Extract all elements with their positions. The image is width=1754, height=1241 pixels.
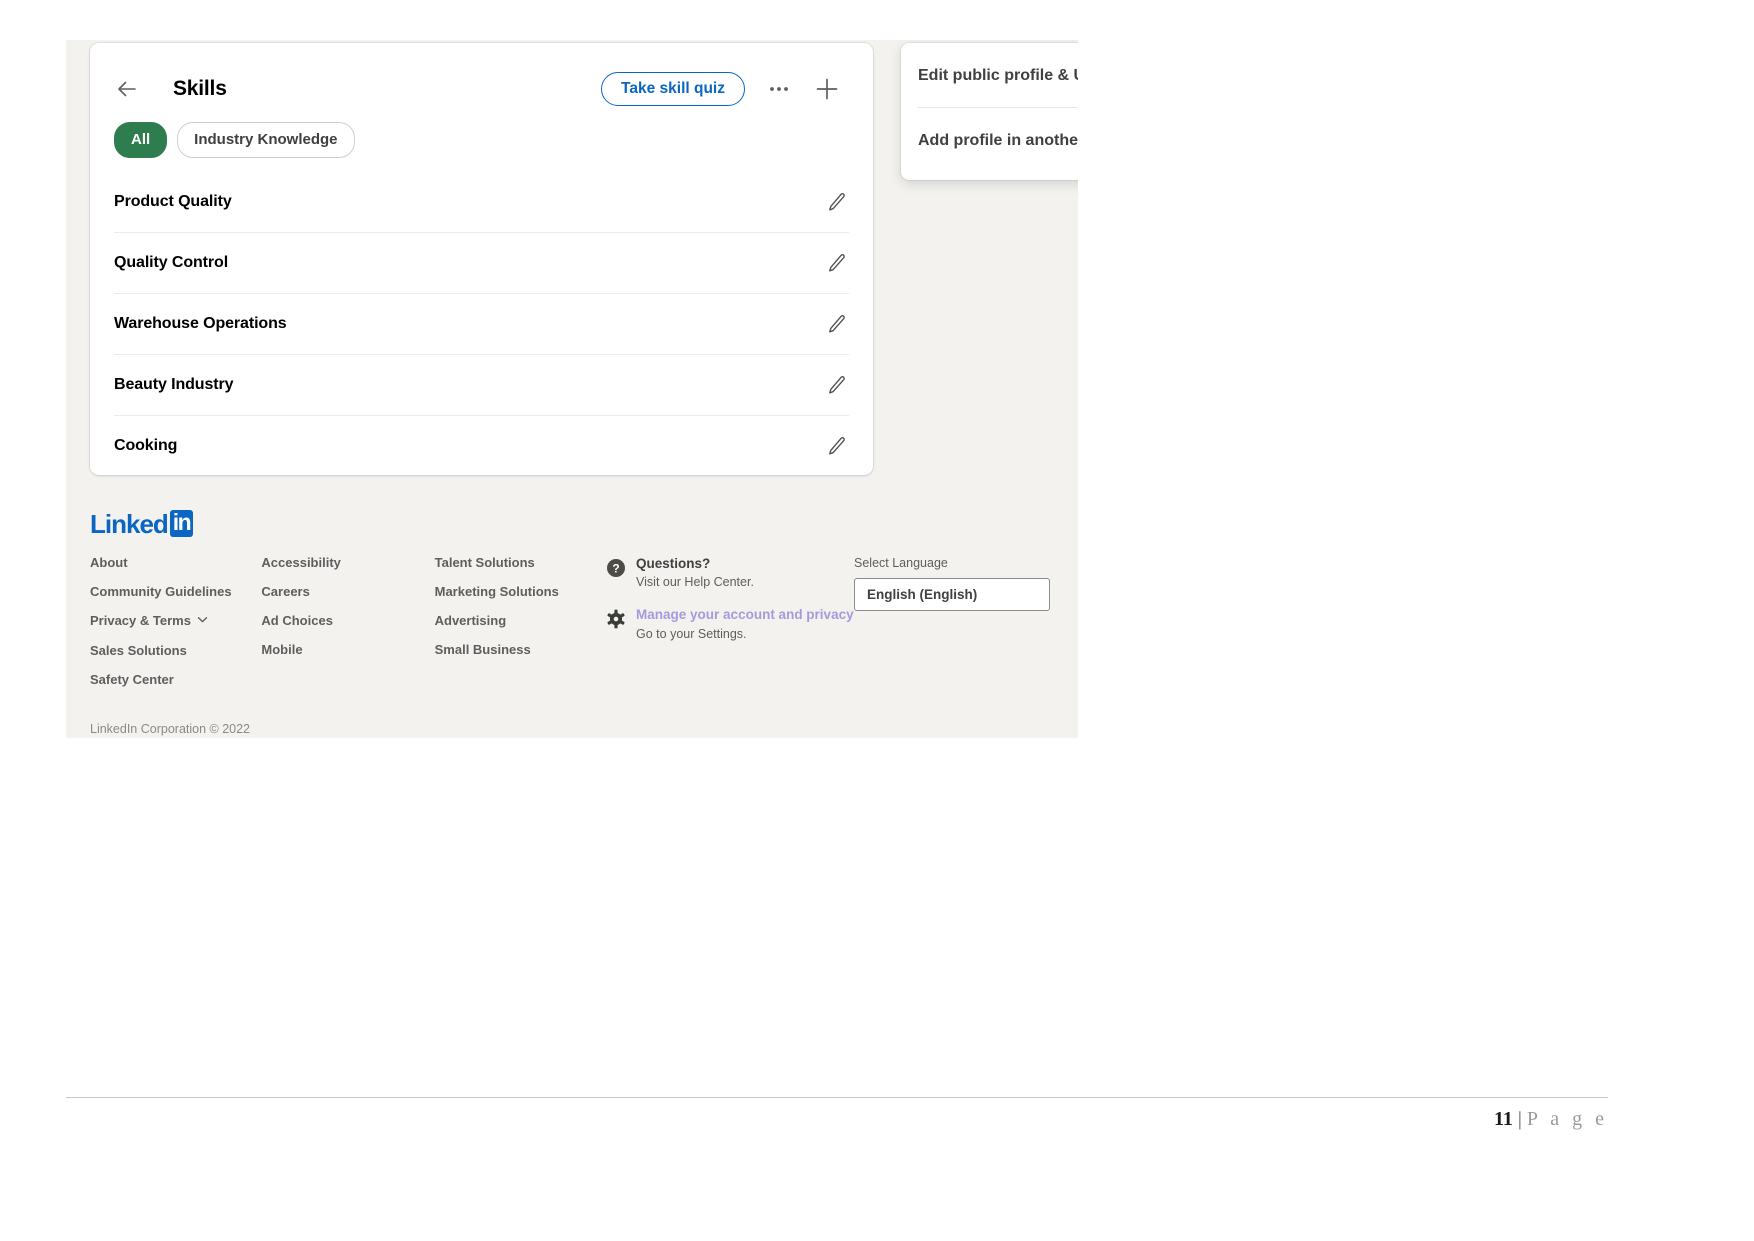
skill-row[interactable]: Beauty Industry bbox=[114, 354, 849, 415]
linkedin-logo[interactable]: Linked in bbox=[90, 508, 194, 539]
footer-copyright: LinkedIn Corporation © 2022 bbox=[90, 721, 251, 736]
footer-manage-account-link[interactable]: Manage your account and privacy bbox=[636, 607, 854, 624]
footer-link-community-guidelines[interactable]: Community Guidelines bbox=[90, 584, 261, 599]
pencil-icon[interactable] bbox=[823, 311, 849, 337]
footer-help-block: ? Questions? Visit our Help Center. Mana… bbox=[606, 555, 854, 658]
linkedin-logo-word: Linked bbox=[90, 508, 169, 539]
profile-actions-dropdown: Edit public profile & U Add profile in a… bbox=[901, 43, 1078, 180]
footer-columns: About Community Guidelines Privacy & Ter… bbox=[90, 555, 1051, 701]
footer-link-marketing-solutions[interactable]: Marketing Solutions bbox=[435, 584, 606, 599]
skills-list: Product Quality Quality Control Warehous… bbox=[90, 172, 873, 476]
select-language-label: Select Language bbox=[854, 555, 948, 570]
skill-name: Quality Control bbox=[114, 254, 229, 271]
footer-questions-subtitle: Visit our Help Center. bbox=[636, 575, 754, 590]
skill-name: Warehouse Operations bbox=[114, 315, 287, 332]
footer-link-safety-center[interactable]: Safety Center bbox=[90, 672, 261, 687]
footer-questions-title: Questions? bbox=[636, 555, 711, 571]
skill-row[interactable]: Product Quality bbox=[114, 172, 849, 232]
ellipsis-icon[interactable] bbox=[757, 69, 801, 109]
linkedin-logo-in-box: in bbox=[169, 510, 194, 537]
skill-name: Beauty Industry bbox=[114, 376, 234, 393]
skills-card-header: Skills Take skill quiz bbox=[90, 43, 873, 109]
footer-link-privacy-terms[interactable]: Privacy & Terms bbox=[90, 613, 261, 629]
filter-pill-industry-knowledge[interactable]: Industry Knowledge bbox=[177, 122, 355, 158]
gear-icon bbox=[606, 609, 626, 629]
footer-language-block: Select Language English (English) bbox=[854, 555, 1051, 611]
footer-link-advertising[interactable]: Advertising bbox=[435, 613, 606, 628]
pencil-icon[interactable] bbox=[823, 433, 849, 459]
skill-row[interactable]: Warehouse Operations bbox=[114, 293, 849, 354]
page-number-word: P a g e bbox=[1526, 1108, 1608, 1130]
linkedin-screenshot-region: Skills Take skill quiz All Industry Know… bbox=[66, 40, 1078, 738]
footer-link-privacy-terms-label: Privacy & Terms bbox=[90, 613, 191, 628]
skill-name: Cooking bbox=[114, 437, 178, 454]
take-skill-quiz-button[interactable]: Take skill quiz bbox=[601, 71, 745, 107]
page-number-value: 11 bbox=[1493, 1108, 1513, 1130]
site-footer: Linked in About Community Guidelines Priv… bbox=[90, 508, 1051, 736]
page-title: Skills bbox=[173, 77, 227, 100]
plus-icon[interactable] bbox=[805, 69, 849, 109]
menu-item-add-profile-another-language[interactable]: Add profile in another bbox=[901, 108, 1078, 172]
svg-text:?: ? bbox=[612, 561, 619, 575]
pencil-icon[interactable] bbox=[823, 250, 849, 276]
document-footer-divider bbox=[66, 1097, 1608, 1098]
pencil-icon[interactable] bbox=[823, 189, 849, 215]
menu-item-edit-public-profile[interactable]: Edit public profile & U bbox=[901, 43, 1078, 107]
filter-pill-all[interactable]: All bbox=[114, 122, 168, 158]
skills-card: Skills Take skill quiz All Industry Know… bbox=[90, 43, 873, 475]
footer-link-small-business[interactable]: Small Business bbox=[435, 642, 606, 657]
document-page: Skills Take skill quiz All Industry Know… bbox=[0, 0, 1754, 1241]
document-page-number: 11 | P a g e bbox=[1494, 1108, 1608, 1131]
skill-row[interactable]: Cooking bbox=[114, 415, 849, 476]
skill-name: Product Quality bbox=[114, 193, 232, 210]
footer-link-ad-choices[interactable]: Ad Choices bbox=[261, 613, 434, 628]
footer-column-1: About Community Guidelines Privacy & Ter… bbox=[90, 555, 261, 701]
language-select[interactable]: English (English) bbox=[854, 577, 1051, 611]
skills-header-actions: Take skill quiz bbox=[601, 69, 849, 109]
footer-questions-row[interactable]: ? Questions? Visit our Help Center. bbox=[606, 556, 854, 591]
footer-link-about[interactable]: About bbox=[90, 555, 261, 570]
skill-filter-pills: All Industry Knowledge bbox=[90, 109, 873, 158]
footer-link-talent-solutions[interactable]: Talent Solutions bbox=[435, 555, 606, 570]
chevron-down-icon bbox=[196, 613, 209, 629]
question-mark-circle-icon: ? bbox=[606, 558, 626, 578]
footer-column-2: Accessibility Careers Ad Choices Mobile bbox=[261, 555, 434, 671]
footer-link-mobile[interactable]: Mobile bbox=[261, 642, 434, 657]
page-number-separator: | bbox=[1517, 1108, 1522, 1130]
back-arrow-icon[interactable] bbox=[114, 76, 140, 102]
skill-row[interactable]: Quality Control bbox=[114, 232, 849, 293]
footer-settings-subtitle: Go to your Settings. bbox=[636, 626, 747, 641]
pencil-icon[interactable] bbox=[823, 372, 849, 398]
footer-link-sales-solutions[interactable]: Sales Solutions bbox=[90, 643, 261, 658]
footer-link-accessibility[interactable]: Accessibility bbox=[261, 555, 434, 570]
footer-link-careers[interactable]: Careers bbox=[261, 584, 434, 599]
footer-column-3: Talent Solutions Marketing Solutions Adv… bbox=[435, 555, 606, 671]
footer-settings-row[interactable]: Manage your account and privacy Go to yo… bbox=[606, 607, 854, 642]
